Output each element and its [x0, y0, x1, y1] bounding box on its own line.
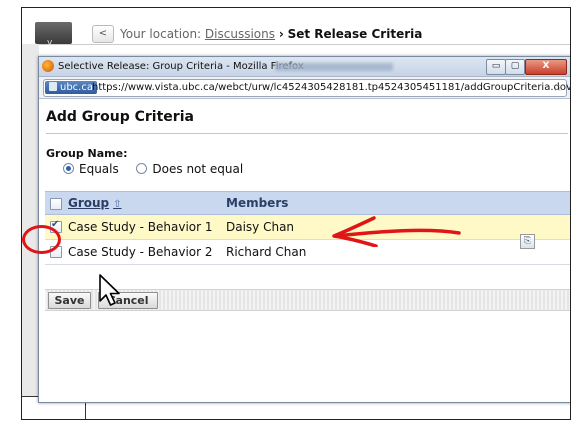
highlight-arrow-annotation [332, 216, 461, 247]
site-badge-label: ubc.ca [60, 82, 93, 93]
firefox-icon [42, 60, 54, 72]
maximize-button[interactable]: ▢ [505, 59, 525, 75]
url-field[interactable]: ubc.ca https://www.vista.ubc.ca/webct/ur… [43, 79, 570, 97]
breadcrumb-current: Set Release Criteria [287, 27, 423, 41]
radio-equals-label[interactable]: Equals [79, 162, 119, 176]
site-identity-badge[interactable]: ubc.ca [45, 81, 97, 94]
sort-icon[interactable]: ⇧ [113, 199, 121, 210]
breadcrumb-separator: › [278, 27, 284, 41]
bookmark-star-icon[interactable]: ☆ [552, 80, 563, 94]
save-button[interactable]: Save [48, 292, 91, 309]
group-cell: Case Study - Behavior 1 [68, 220, 213, 234]
select-all-checkbox[interactable] [50, 198, 62, 210]
address-bar: ubc.ca https://www.vista.ubc.ca/webct/ur… [39, 77, 570, 99]
page-title: Add Group Criteria [46, 109, 194, 125]
breadcrumb: Your location: Discussions › Set Release… [120, 27, 422, 41]
lock-icon [49, 82, 57, 91]
location-prefix: Your location: [120, 27, 202, 41]
screenshot-frame: v < Your location: Discussions › Set Rel… [21, 7, 571, 420]
window-title: Selective Release: Group Criteria - Mozi… [58, 61, 304, 72]
popup-window: Selective Release: Group Criteria - Mozi… [38, 56, 570, 403]
group-name-label: Group Name: [46, 147, 128, 160]
radio-equals[interactable] [63, 163, 74, 174]
mouse-cursor-icon [99, 274, 120, 306]
background-tab[interactable] [35, 22, 72, 44]
group-cell: Case Study - Behavior 2 [68, 245, 213, 259]
blurred-title-suffix [275, 63, 393, 71]
column-header-group-label[interactable]: Group [68, 196, 109, 210]
table-row[interactable]: Case Study - Behavior 2 Richard Chan [45, 240, 570, 265]
members-cell: Daisy Chan [226, 220, 295, 234]
radio-does-not-equal-label[interactable]: Does not equal [152, 162, 243, 176]
window-titlebar[interactable]: Selective Release: Group Criteria - Mozi… [39, 57, 570, 77]
breadcrumb-link-discussions[interactable]: Discussions [205, 27, 275, 41]
highlight-circle-annotation [22, 225, 61, 254]
chevron-down-icon[interactable]: v [47, 38, 52, 48]
table-header: Group ⇧ Members [45, 191, 570, 215]
group-name-radio-group: Equals Does not equal [63, 162, 243, 176]
column-header-members: Members [226, 196, 289, 210]
column-header-group[interactable]: Group ⇧ [68, 196, 122, 210]
url-text: https://www.vista.ubc.ca/webct/urw/lc452… [92, 82, 571, 93]
members-cell: Richard Chan [226, 245, 307, 259]
radio-does-not-equal[interactable] [136, 163, 148, 174]
clipboard-icon[interactable]: ⎘ [520, 234, 535, 249]
minimize-button[interactable]: ▭ [486, 59, 506, 75]
close-button[interactable]: X [525, 59, 567, 75]
back-button[interactable]: < [92, 25, 114, 43]
page-content: Add Group Criteria Group Name: Equals Do… [39, 99, 570, 402]
table-row[interactable]: Case Study - Behavior 1 Daisy Chan [45, 215, 570, 240]
divider [46, 133, 568, 134]
background-location-bar: v < Your location: Discussions › Set Rel… [22, 8, 570, 48]
group-table: Group ⇧ Members Case Study - Behavior 1 D… [45, 191, 570, 265]
